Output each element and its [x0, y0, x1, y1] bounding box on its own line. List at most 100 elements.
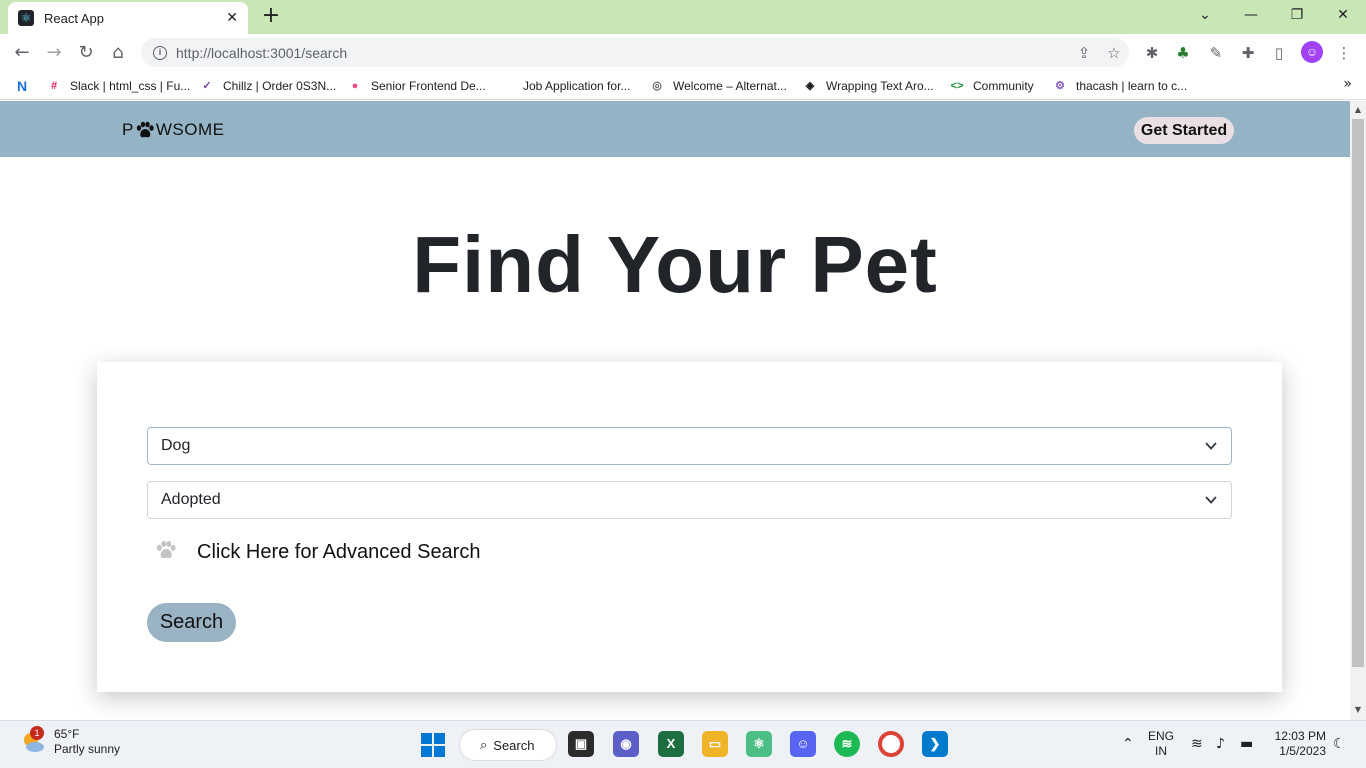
share-icon[interactable]: ⇪: [1069, 44, 1099, 62]
taskbar-search-label: Search: [493, 737, 535, 753]
notion-icon: N: [16, 78, 28, 94]
site-info-icon[interactable]: i: [153, 45, 167, 60]
bookmark-community[interactable]: <> Community: [949, 76, 1034, 96]
scroll-down-icon[interactable]: ▼: [1350, 705, 1366, 714]
vscode-icon[interactable]: ❯: [922, 731, 948, 757]
taskbar-search[interactable]: ⌕ Search: [459, 729, 557, 761]
wifi-icon[interactable]: ≋: [1191, 736, 1203, 752]
bookmark-label: Community: [973, 79, 1034, 93]
tree-extension-icon[interactable]: ♣: [1172, 42, 1194, 64]
bookmark-notion[interactable]: N: [14, 76, 38, 96]
tab-close-icon[interactable]: ✕: [226, 10, 238, 26]
reload-button[interactable]: ↻: [73, 40, 99, 66]
adoption-status-select[interactable]: Adopted: [147, 481, 1232, 519]
bookmark-label: Slack | html_css | Fu...: [70, 79, 191, 93]
globe-icon: ◎: [652, 80, 662, 92]
language-code: ENG: [1148, 729, 1175, 743]
bookmark-job-application[interactable]: Job Application for...: [499, 76, 630, 96]
web-page: P WSOME Get Started Find Your Pet Dog Ad…: [0, 101, 1350, 720]
weather-badge: 1: [30, 726, 44, 740]
bookmarks-bar: N # Slack | html_css | Fu... ✓ Chillz | …: [0, 72, 1366, 100]
restore-button[interactable]: ❐: [1274, 0, 1320, 34]
bookmark-chillz[interactable]: ✓ Chillz | Order 0S3N...: [199, 76, 336, 96]
advanced-search-label: Click Here for Advanced Search: [197, 541, 481, 563]
bookmark-welcome[interactable]: ◎ Welcome – Alternat...: [649, 76, 787, 96]
temperature: 65°F: [54, 727, 80, 741]
windows-start-icon[interactable]: [421, 733, 445, 757]
weather-widget[interactable]: 1 65°F Partly sunny: [20, 726, 121, 757]
paw-icon: [155, 540, 177, 565]
dribbble-icon: ●: [351, 80, 359, 92]
spotify-icon[interactable]: ≋: [834, 731, 860, 757]
region-code: IN: [1155, 744, 1167, 758]
eyedropper-extension-icon[interactable]: ✎: [1205, 42, 1227, 64]
volume-icon[interactable]: ♪: [1216, 736, 1225, 752]
tab-title: React App: [44, 10, 104, 26]
bug-extension-icon[interactable]: ✱: [1141, 42, 1163, 64]
advanced-search-link[interactable]: Click Here for Advanced Search: [155, 540, 480, 565]
show-hidden-icons-icon[interactable]: ⌃: [1122, 736, 1134, 752]
tab-search-dropdown-icon[interactable]: ⌄: [1182, 0, 1228, 34]
bookmark-senior-frontend[interactable]: ● Senior Frontend De...: [347, 76, 486, 96]
bookmark-label: Senior Frontend De...: [371, 79, 486, 93]
search-icon: ⌕: [480, 737, 488, 753]
browser-tabstrip: ⚛ React App ✕ + ⌄ — ❐ ✕: [0, 0, 1366, 34]
bookmark-label: Chillz | Order 0S3N...: [223, 79, 337, 93]
weather-condition: Partly sunny: [54, 742, 121, 756]
bookmark-slack[interactable]: # Slack | html_css | Fu...: [46, 76, 190, 96]
react-favicon-icon: ⚛: [18, 10, 34, 26]
bookmark-thacash[interactable]: ⚙ thacash | learn to c...: [1052, 76, 1187, 96]
chevron-down-icon: [1205, 496, 1217, 504]
bookmark-wrapping-text[interactable]: ◈ Wrapping Text Aro...: [802, 76, 934, 96]
scroll-up-icon[interactable]: ▲: [1350, 105, 1366, 114]
chrome-icon[interactable]: [878, 731, 904, 757]
side-panel-icon[interactable]: ▯: [1268, 42, 1290, 64]
brand-text-right: WSOME: [155, 120, 225, 139]
chillz-icon: ✓: [202, 80, 212, 92]
url-text[interactable]: http://localhost:3001/search: [176, 45, 1069, 61]
extensions-puzzle-icon[interactable]: ✚: [1237, 42, 1259, 64]
excel-icon[interactable]: X: [658, 731, 684, 757]
code-icon: <>: [950, 80, 964, 92]
brand-logo[interactable]: P WSOME: [122, 120, 224, 140]
page-title: Find Your Pet: [412, 220, 938, 309]
partly-sunny-icon: 1: [20, 726, 46, 755]
new-tab-button[interactable]: +: [258, 4, 284, 30]
profile-avatar[interactable]: ☺: [1301, 41, 1323, 63]
language-indicator[interactable]: ENG IN: [1148, 729, 1174, 759]
browser-tab[interactable]: ⚛ React App ✕: [8, 2, 248, 34]
bookmark-label: Job Application for...: [523, 79, 631, 93]
atom-app-icon[interactable]: ⚛: [746, 731, 772, 757]
adoption-status-value: Adopted: [161, 491, 221, 508]
address-bar[interactable]: i http://localhost:3001/search ⇪ ☆: [141, 38, 1129, 67]
task-view-icon[interactable]: ▣: [568, 731, 594, 757]
search-button[interactable]: Search: [147, 603, 236, 642]
animal-type-select[interactable]: Dog: [147, 427, 1232, 465]
bookmark-label: Welcome – Alternat...: [673, 79, 787, 93]
clock-time: 12:03 PM: [1274, 729, 1326, 743]
page-scrollbar[interactable]: ▲ ▼: [1350, 101, 1366, 720]
teams-icon[interactable]: ◉: [613, 731, 639, 757]
browser-menu-icon[interactable]: ⋮: [1333, 42, 1355, 64]
paw-icon: [135, 121, 155, 139]
discord-icon[interactable]: ☺: [790, 731, 816, 757]
codepen-icon: ◈: [805, 80, 815, 92]
file-explorer-icon[interactable]: ▭: [702, 731, 728, 757]
back-button[interactable]: ←: [9, 40, 35, 66]
clock[interactable]: 12:03 PM 1/5/2023: [1270, 729, 1326, 759]
forward-button[interactable]: →: [41, 40, 67, 66]
search-card: Dog Adopted Click Here for Advanced Sear…: [97, 362, 1282, 692]
battery-icon[interactable]: ▬: [1240, 736, 1253, 752]
bookmarks-overflow-icon[interactable]: »: [1343, 76, 1352, 92]
bookmark-star-icon[interactable]: ☆: [1099, 44, 1129, 62]
scroll-thumb[interactable]: [1352, 119, 1364, 667]
get-started-button[interactable]: Get Started: [1134, 117, 1234, 144]
home-button[interactable]: ⌂: [105, 40, 131, 66]
windows-taskbar: 1 65°F Partly sunny ⌕ Search ▣ ◉ X ▭ ⚛ ☺…: [0, 720, 1366, 768]
notifications-moon-icon[interactable]: ☾: [1333, 736, 1346, 752]
browser-toolbar: ← → ↻ ⌂ i http://localhost:3001/search ⇪…: [0, 34, 1366, 72]
bookmark-label: Wrapping Text Aro...: [826, 79, 934, 93]
minimize-button[interactable]: —: [1228, 0, 1274, 34]
thacash-icon: ⚙: [1055, 80, 1065, 92]
close-window-button[interactable]: ✕: [1320, 0, 1366, 34]
